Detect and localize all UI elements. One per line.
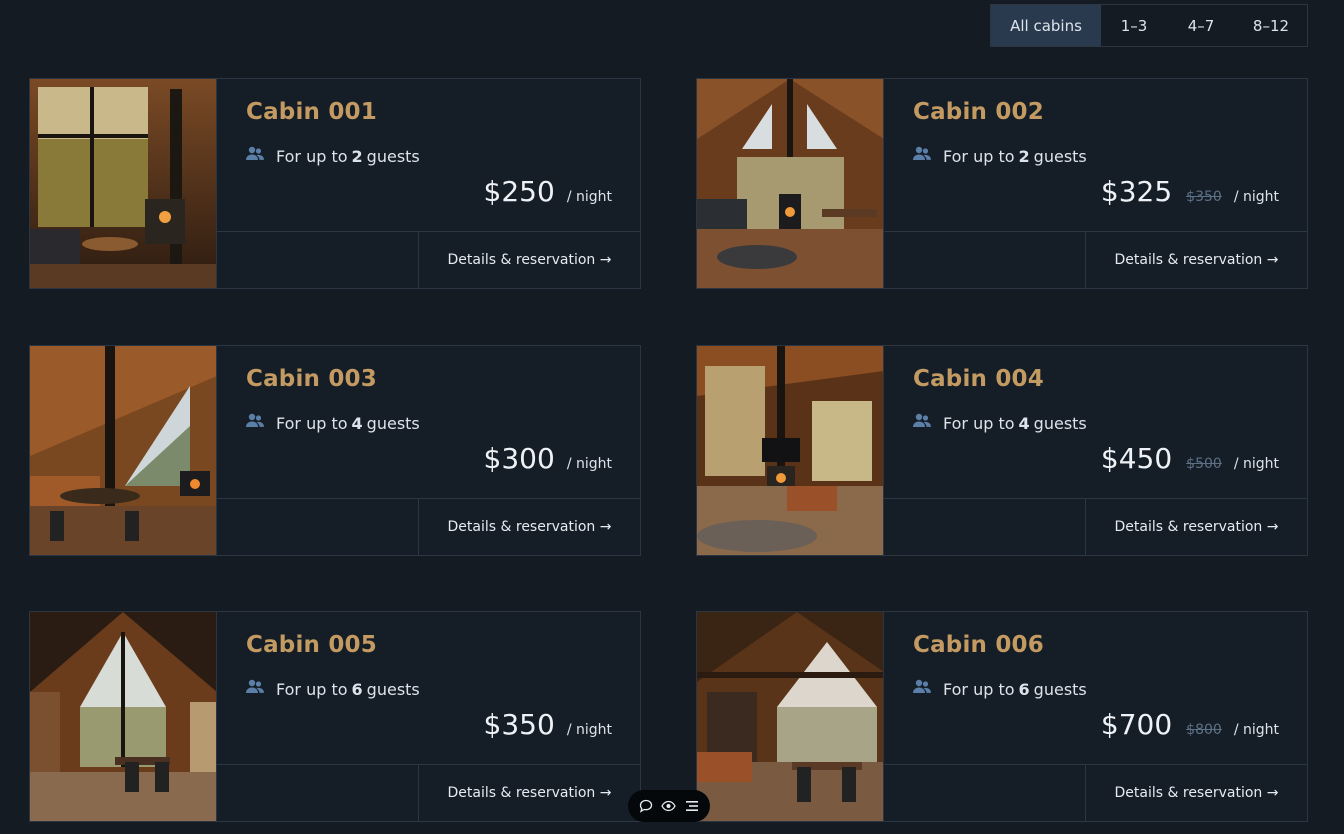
- cabin-info: Cabin 006 For up to 6 guests $700 $800 / n…: [884, 612, 1307, 821]
- card-footer: Details & reservation →: [217, 764, 640, 821]
- card-footer: Details & reservation →: [884, 231, 1307, 288]
- cabin-info: Cabin 005 For up to 6 guests $350 / night …: [217, 612, 640, 821]
- guests-prefix: For up to: [276, 413, 348, 433]
- guest-capacity: For up to 4 guests: [246, 413, 420, 433]
- guest-capacity: For up to 4 guests: [913, 413, 1087, 433]
- price: $700: [1100, 708, 1173, 741]
- per-night-label: / night: [566, 456, 612, 472]
- guests-suffix: guests: [366, 679, 420, 699]
- cabin-name: Cabin 005: [246, 632, 377, 658]
- cabin-name: Cabin 003: [246, 366, 377, 392]
- menu-icon[interactable]: [683, 797, 701, 815]
- price-row: $450 $500 / night: [1101, 442, 1279, 475]
- guests-count: 2: [1018, 146, 1030, 166]
- per-night-label: / night: [1233, 722, 1279, 738]
- price: $325: [1100, 175, 1173, 208]
- cabin-info: Cabin 001 For up to 2 guests $250 / night …: [217, 79, 640, 288]
- guest-capacity: For up to 6 guests: [246, 679, 420, 699]
- price-row: $350 / night: [484, 708, 612, 741]
- cabin-photo: [697, 346, 884, 555]
- guests-prefix: For up to: [943, 413, 1015, 433]
- price-row: $325 $350 / night: [1101, 175, 1279, 208]
- cabin-name: Cabin 001: [246, 99, 377, 125]
- cabin-card: Cabin 006 For up to 6 guests $700 $800 / n…: [696, 611, 1308, 822]
- price: $450: [1100, 442, 1173, 475]
- cabin-card: Cabin 002 For up to 2 guests $325 $350 / n…: [696, 78, 1308, 289]
- price: $300: [483, 442, 555, 475]
- guests-suffix: guests: [366, 146, 420, 166]
- price-row: $250 / night: [484, 175, 612, 208]
- users-icon: [246, 413, 264, 433]
- per-night-label: / night: [566, 189, 612, 205]
- details-reservation-button[interactable]: Details & reservation →: [1085, 232, 1307, 288]
- guests-prefix: For up to: [276, 146, 348, 166]
- price-row: $700 $800 / night: [1101, 708, 1279, 741]
- users-icon: [246, 146, 264, 166]
- guest-capacity: For up to 6 guests: [913, 679, 1087, 699]
- filter-all-cabins[interactable]: All cabins: [991, 5, 1101, 46]
- cabin-photo: [30, 79, 217, 288]
- cabin-name: Cabin 006: [913, 632, 1044, 658]
- capacity-filter: All cabins 1–3 4–7 8–12: [990, 4, 1308, 47]
- details-reservation-button[interactable]: Details & reservation →: [418, 499, 640, 555]
- details-reservation-button[interactable]: Details & reservation →: [1085, 765, 1307, 821]
- per-night-label: / night: [566, 722, 612, 738]
- guests-suffix: guests: [1033, 679, 1087, 699]
- details-reservation-button[interactable]: Details & reservation →: [1085, 499, 1307, 555]
- original-price: $350: [1186, 189, 1222, 205]
- guests-suffix: guests: [1033, 413, 1087, 433]
- guests-count: 4: [351, 413, 363, 433]
- guests-count: 6: [351, 679, 363, 699]
- guests-prefix: For up to: [943, 146, 1015, 166]
- guest-capacity: For up to 2 guests: [913, 146, 1087, 166]
- cabin-photo: [697, 79, 884, 288]
- cabin-card: Cabin 003 For up to 4 guests $300 / night …: [29, 345, 641, 556]
- cabin-info: Cabin 002 For up to 2 guests $325 $350 / n…: [884, 79, 1307, 288]
- original-price: $500: [1186, 456, 1222, 472]
- cabin-card: Cabin 001 For up to 2 guests $250 / night …: [29, 78, 641, 289]
- guests-suffix: guests: [1033, 146, 1087, 166]
- guest-capacity: For up to 2 guests: [246, 146, 420, 166]
- filter-8-12[interactable]: 8–12: [1235, 5, 1307, 46]
- users-icon: [913, 413, 931, 433]
- guests-prefix: For up to: [943, 679, 1015, 699]
- cabin-card: Cabin 004 For up to 4 guests $450 $500 / n…: [696, 345, 1308, 556]
- eye-icon[interactable]: [660, 797, 678, 815]
- details-reservation-button[interactable]: Details & reservation →: [418, 232, 640, 288]
- price-row: $300 / night: [484, 442, 612, 475]
- cabin-name: Cabin 002: [913, 99, 1044, 125]
- cabin-info: Cabin 004 For up to 4 guests $450 $500 / n…: [884, 346, 1307, 555]
- guests-suffix: guests: [366, 413, 420, 433]
- guests-count: 6: [1018, 679, 1030, 699]
- guests-count: 2: [351, 146, 363, 166]
- card-footer: Details & reservation →: [217, 231, 640, 288]
- cabin-photo: [697, 612, 884, 821]
- comment-icon[interactable]: [637, 797, 655, 815]
- cabin-info: Cabin 003 For up to 4 guests $300 / night …: [217, 346, 640, 555]
- guests-count: 4: [1018, 413, 1030, 433]
- details-reservation-button[interactable]: Details & reservation →: [418, 765, 640, 821]
- cabin-name: Cabin 004: [913, 366, 1044, 392]
- price: $250: [483, 175, 555, 208]
- cabin-card: Cabin 005 For up to 6 guests $350 / night …: [29, 611, 641, 822]
- price: $350: [483, 708, 555, 741]
- card-footer: Details & reservation →: [217, 498, 640, 555]
- cabins-page: All cabins 1–3 4–7 8–12 Cabin 001 For up…: [0, 0, 1344, 834]
- users-icon: [913, 146, 931, 166]
- original-price: $800: [1186, 722, 1222, 738]
- filter-4-7[interactable]: 4–7: [1167, 5, 1235, 46]
- floating-toolbar: [628, 790, 710, 822]
- users-icon: [913, 679, 931, 699]
- card-footer: Details & reservation →: [884, 498, 1307, 555]
- cabin-photo: [30, 612, 217, 821]
- card-footer: Details & reservation →: [884, 764, 1307, 821]
- filter-1-3[interactable]: 1–3: [1101, 5, 1167, 46]
- guests-prefix: For up to: [276, 679, 348, 699]
- cabin-photo: [30, 346, 217, 555]
- users-icon: [246, 679, 264, 699]
- per-night-label: / night: [1233, 456, 1279, 472]
- per-night-label: / night: [1233, 189, 1279, 205]
